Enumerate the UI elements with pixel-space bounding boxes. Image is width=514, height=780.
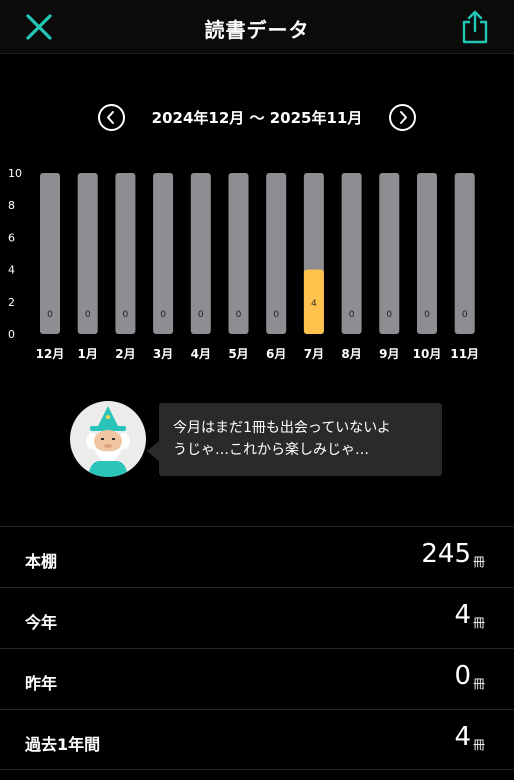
chevron-right-icon xyxy=(400,111,407,124)
y-tick-label: 10 xyxy=(8,167,22,180)
stat-row-bookshelf[interactable]: 本棚 245 冊 xyxy=(0,526,514,587)
x-tick-label: 9月 xyxy=(379,347,399,361)
stat-unit: 冊 xyxy=(472,677,485,691)
x-tick-label: 2月 xyxy=(115,347,135,361)
next-range-button[interactable] xyxy=(389,104,416,131)
share-button[interactable] xyxy=(460,9,490,45)
x-tick-label: 6月 xyxy=(266,347,286,361)
speech-text-line2: うじゃ…これから楽しみじゃ… xyxy=(173,442,369,458)
bar-value-label: 0 xyxy=(198,310,204,320)
stat-value: 0 xyxy=(454,661,471,691)
bar-value-label: 0 xyxy=(386,310,392,320)
bar-value-label: 0 xyxy=(236,310,242,320)
x-tick-label: 7月 xyxy=(304,347,324,361)
bar-value-label: 0 xyxy=(47,310,53,320)
date-range-label: 2024年12月 〜 2025年11月 xyxy=(151,109,363,127)
stat-unit: 冊 xyxy=(472,555,485,569)
monthly-books-chart: 0 2 4 6 8 10 0 12月 0 1月 0 2月 0 3月 0 4月 0 5月 0 6月 4 7月 0 8月 0 9月 0 1… xyxy=(8,167,479,361)
y-tick-label: 8 xyxy=(8,199,15,212)
x-tick-label: 5月 xyxy=(228,347,248,361)
x-tick-label: 8月 xyxy=(341,347,361,361)
stat-label: 本棚 xyxy=(25,552,58,571)
speech-bubble: 今月はまだ1冊も出会っていないよ うじゃ…これから楽しみじゃ… xyxy=(159,403,442,476)
stat-label: 過去1年間 xyxy=(25,735,101,754)
bar-value-label: 0 xyxy=(85,310,91,320)
y-tick-label: 4 xyxy=(8,264,15,277)
stat-value: 4 xyxy=(454,600,471,630)
stat-value: 245 xyxy=(421,539,471,569)
stat-value: 4 xyxy=(454,722,471,752)
share-icon xyxy=(462,10,488,44)
x-tick-label: 11月 xyxy=(450,347,479,361)
stats-list: 本棚 245 冊 今年 4 冊 昨年 0 冊 過去1年間 4 冊 xyxy=(0,526,514,770)
bar-value-label: 4 xyxy=(311,299,317,309)
date-range-selector: 2024年12月 〜 2025年11月 xyxy=(0,100,514,134)
x-tick-label: 3月 xyxy=(153,347,173,361)
bar-value-label: 0 xyxy=(160,310,166,320)
bar-value-label: 0 xyxy=(273,310,279,320)
x-tick-label: 10月 xyxy=(413,347,442,361)
x-tick-label: 1月 xyxy=(78,347,98,361)
wizard-avatar xyxy=(70,401,146,477)
stat-unit: 冊 xyxy=(472,738,485,752)
stat-label: 今年 xyxy=(25,613,58,632)
x-tick-label: 4月 xyxy=(191,347,211,361)
stat-row-this-year[interactable]: 今年 4 冊 xyxy=(0,587,514,648)
stat-row-last-year[interactable]: 昨年 0 冊 xyxy=(0,648,514,709)
x-tick-label: 12月 xyxy=(36,347,65,361)
speech-text-line1: 今月はまだ1冊も出会っていないよ xyxy=(173,420,391,436)
y-tick-label: 2 xyxy=(8,296,15,309)
y-tick-label: 6 xyxy=(8,231,15,244)
header-bar: 読書データ xyxy=(0,0,514,54)
bar-value-label: 0 xyxy=(349,310,355,320)
bar-value-label: 0 xyxy=(123,310,129,320)
y-tick-label: 0 xyxy=(8,328,15,341)
bar-value-label: 0 xyxy=(462,310,468,320)
stat-unit: 冊 xyxy=(472,616,485,630)
stat-label: 昨年 xyxy=(25,674,58,693)
stat-row-past-year[interactable]: 過去1年間 4 冊 xyxy=(0,709,514,770)
page-title: 読書データ xyxy=(204,18,310,42)
bar-value-label: 0 xyxy=(424,310,430,320)
